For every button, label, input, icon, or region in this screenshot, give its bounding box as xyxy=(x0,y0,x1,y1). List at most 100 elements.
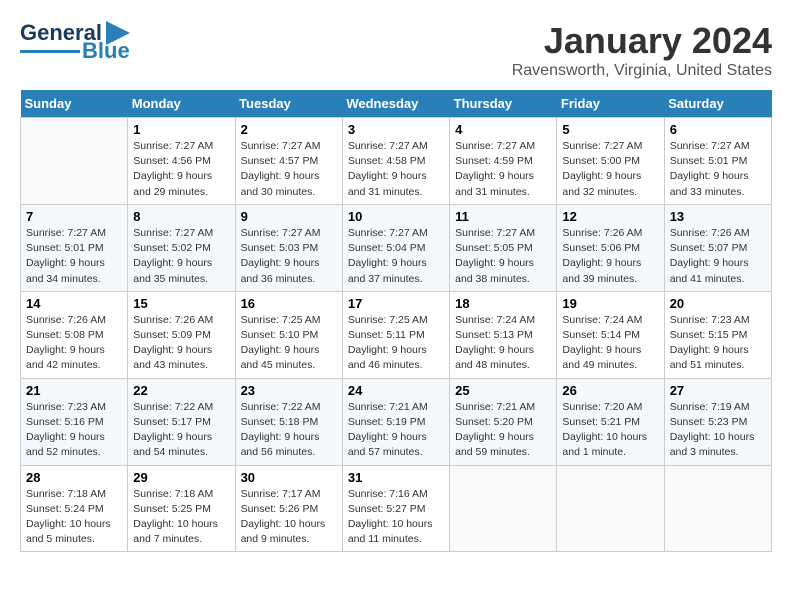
calendar-cell: 14 Sunrise: 7:26 AMSunset: 5:08 PMDaylig… xyxy=(21,291,128,378)
calendar-week-row: 28 Sunrise: 7:18 AMSunset: 5:24 PMDaylig… xyxy=(21,465,772,552)
day-number: 29 xyxy=(133,470,229,485)
day-number: 8 xyxy=(133,209,229,224)
day-number: 5 xyxy=(562,122,658,137)
calendar-table: SundayMondayTuesdayWednesdayThursdayFrid… xyxy=(20,90,772,552)
day-number: 1 xyxy=(133,122,229,137)
day-number: 28 xyxy=(26,470,122,485)
day-number: 24 xyxy=(348,383,444,398)
calendar-cell: 15 Sunrise: 7:26 AMSunset: 5:09 PMDaylig… xyxy=(128,291,235,378)
day-number: 26 xyxy=(562,383,658,398)
calendar-cell: 4 Sunrise: 7:27 AMSunset: 4:59 PMDayligh… xyxy=(450,118,557,205)
day-number: 3 xyxy=(348,122,444,137)
day-info: Sunrise: 7:27 AMSunset: 4:59 PMDaylight:… xyxy=(455,140,535,198)
day-number: 13 xyxy=(670,209,766,224)
day-info: Sunrise: 7:27 AMSunset: 5:04 PMDaylight:… xyxy=(348,227,428,285)
calendar-cell: 2 Sunrise: 7:27 AMSunset: 4:57 PMDayligh… xyxy=(235,118,342,205)
calendar-cell xyxy=(664,465,771,552)
calendar-cell: 19 Sunrise: 7:24 AMSunset: 5:14 PMDaylig… xyxy=(557,291,664,378)
calendar-cell: 6 Sunrise: 7:27 AMSunset: 5:01 PMDayligh… xyxy=(664,118,771,205)
calendar-cell: 27 Sunrise: 7:19 AMSunset: 5:23 PMDaylig… xyxy=(664,378,771,465)
day-info: Sunrise: 7:23 AMSunset: 5:15 PMDaylight:… xyxy=(670,314,750,372)
day-number: 6 xyxy=(670,122,766,137)
calendar-cell: 31 Sunrise: 7:16 AMSunset: 5:27 PMDaylig… xyxy=(342,465,449,552)
calendar-cell: 1 Sunrise: 7:27 AMSunset: 4:56 PMDayligh… xyxy=(128,118,235,205)
day-number: 27 xyxy=(670,383,766,398)
day-info: Sunrise: 7:27 AMSunset: 5:01 PMDaylight:… xyxy=(670,140,750,198)
day-number: 12 xyxy=(562,209,658,224)
calendar-cell: 29 Sunrise: 7:18 AMSunset: 5:25 PMDaylig… xyxy=(128,465,235,552)
day-info: Sunrise: 7:18 AMSunset: 5:25 PMDaylight:… xyxy=(133,488,218,546)
day-info: Sunrise: 7:21 AMSunset: 5:19 PMDaylight:… xyxy=(348,401,428,459)
day-number: 10 xyxy=(348,209,444,224)
calendar-cell: 7 Sunrise: 7:27 AMSunset: 5:01 PMDayligh… xyxy=(21,204,128,291)
calendar-cell: 12 Sunrise: 7:26 AMSunset: 5:06 PMDaylig… xyxy=(557,204,664,291)
weekday-header: Saturday xyxy=(664,90,771,118)
day-info: Sunrise: 7:25 AMSunset: 5:10 PMDaylight:… xyxy=(241,314,321,372)
page-header: General Blue January 2024 Ravensworth, V… xyxy=(20,20,772,80)
calendar-cell xyxy=(21,118,128,205)
calendar-week-row: 1 Sunrise: 7:27 AMSunset: 4:56 PMDayligh… xyxy=(21,118,772,205)
day-info: Sunrise: 7:24 AMSunset: 5:13 PMDaylight:… xyxy=(455,314,535,372)
calendar-week-row: 7 Sunrise: 7:27 AMSunset: 5:01 PMDayligh… xyxy=(21,204,772,291)
weekday-header: Monday xyxy=(128,90,235,118)
calendar-cell: 22 Sunrise: 7:22 AMSunset: 5:17 PMDaylig… xyxy=(128,378,235,465)
day-info: Sunrise: 7:26 AMSunset: 5:09 PMDaylight:… xyxy=(133,314,213,372)
page-subtitle: Ravensworth, Virginia, United States xyxy=(512,62,772,80)
calendar-cell: 16 Sunrise: 7:25 AMSunset: 5:10 PMDaylig… xyxy=(235,291,342,378)
day-number: 23 xyxy=(241,383,337,398)
day-number: 4 xyxy=(455,122,551,137)
day-info: Sunrise: 7:16 AMSunset: 5:27 PMDaylight:… xyxy=(348,488,433,546)
calendar-week-row: 21 Sunrise: 7:23 AMSunset: 5:16 PMDaylig… xyxy=(21,378,772,465)
day-info: Sunrise: 7:25 AMSunset: 5:11 PMDaylight:… xyxy=(348,314,428,372)
day-number: 2 xyxy=(241,122,337,137)
calendar-cell: 21 Sunrise: 7:23 AMSunset: 5:16 PMDaylig… xyxy=(21,378,128,465)
title-block: January 2024 Ravensworth, Virginia, Unit… xyxy=(512,20,772,80)
weekday-header: Wednesday xyxy=(342,90,449,118)
calendar-cell xyxy=(557,465,664,552)
calendar-cell xyxy=(450,465,557,552)
calendar-cell: 23 Sunrise: 7:22 AMSunset: 5:18 PMDaylig… xyxy=(235,378,342,465)
day-number: 20 xyxy=(670,296,766,311)
day-number: 17 xyxy=(348,296,444,311)
day-number: 18 xyxy=(455,296,551,311)
day-info: Sunrise: 7:21 AMSunset: 5:20 PMDaylight:… xyxy=(455,401,535,459)
day-number: 31 xyxy=(348,470,444,485)
day-number: 9 xyxy=(241,209,337,224)
day-info: Sunrise: 7:27 AMSunset: 4:56 PMDaylight:… xyxy=(133,140,213,198)
weekday-header: Thursday xyxy=(450,90,557,118)
calendar-week-row: 14 Sunrise: 7:26 AMSunset: 5:08 PMDaylig… xyxy=(21,291,772,378)
calendar-cell: 28 Sunrise: 7:18 AMSunset: 5:24 PMDaylig… xyxy=(21,465,128,552)
day-info: Sunrise: 7:27 AMSunset: 5:00 PMDaylight:… xyxy=(562,140,642,198)
calendar-cell: 3 Sunrise: 7:27 AMSunset: 4:58 PMDayligh… xyxy=(342,118,449,205)
calendar-cell: 17 Sunrise: 7:25 AMSunset: 5:11 PMDaylig… xyxy=(342,291,449,378)
day-number: 7 xyxy=(26,209,122,224)
calendar-cell: 25 Sunrise: 7:21 AMSunset: 5:20 PMDaylig… xyxy=(450,378,557,465)
day-info: Sunrise: 7:23 AMSunset: 5:16 PMDaylight:… xyxy=(26,401,106,459)
weekday-header: Sunday xyxy=(21,90,128,118)
day-info: Sunrise: 7:27 AMSunset: 5:02 PMDaylight:… xyxy=(133,227,213,285)
day-info: Sunrise: 7:22 AMSunset: 5:18 PMDaylight:… xyxy=(241,401,321,459)
day-number: 15 xyxy=(133,296,229,311)
calendar-cell: 20 Sunrise: 7:23 AMSunset: 5:15 PMDaylig… xyxy=(664,291,771,378)
day-info: Sunrise: 7:22 AMSunset: 5:17 PMDaylight:… xyxy=(133,401,213,459)
logo-blue: Blue xyxy=(82,38,130,64)
day-number: 11 xyxy=(455,209,551,224)
day-info: Sunrise: 7:17 AMSunset: 5:26 PMDaylight:… xyxy=(241,488,326,546)
calendar-cell: 11 Sunrise: 7:27 AMSunset: 5:05 PMDaylig… xyxy=(450,204,557,291)
day-info: Sunrise: 7:27 AMSunset: 5:01 PMDaylight:… xyxy=(26,227,106,285)
weekday-header-row: SundayMondayTuesdayWednesdayThursdayFrid… xyxy=(21,90,772,118)
day-info: Sunrise: 7:27 AMSunset: 5:05 PMDaylight:… xyxy=(455,227,535,285)
calendar-cell: 30 Sunrise: 7:17 AMSunset: 5:26 PMDaylig… xyxy=(235,465,342,552)
day-info: Sunrise: 7:27 AMSunset: 5:03 PMDaylight:… xyxy=(241,227,321,285)
day-info: Sunrise: 7:20 AMSunset: 5:21 PMDaylight:… xyxy=(562,401,647,459)
day-number: 19 xyxy=(562,296,658,311)
day-number: 14 xyxy=(26,296,122,311)
day-number: 21 xyxy=(26,383,122,398)
day-info: Sunrise: 7:27 AMSunset: 4:57 PMDaylight:… xyxy=(241,140,321,198)
weekday-header: Friday xyxy=(557,90,664,118)
day-number: 30 xyxy=(241,470,337,485)
weekday-header: Tuesday xyxy=(235,90,342,118)
calendar-cell: 5 Sunrise: 7:27 AMSunset: 5:00 PMDayligh… xyxy=(557,118,664,205)
day-info: Sunrise: 7:24 AMSunset: 5:14 PMDaylight:… xyxy=(562,314,642,372)
page-title: January 2024 xyxy=(512,20,772,62)
